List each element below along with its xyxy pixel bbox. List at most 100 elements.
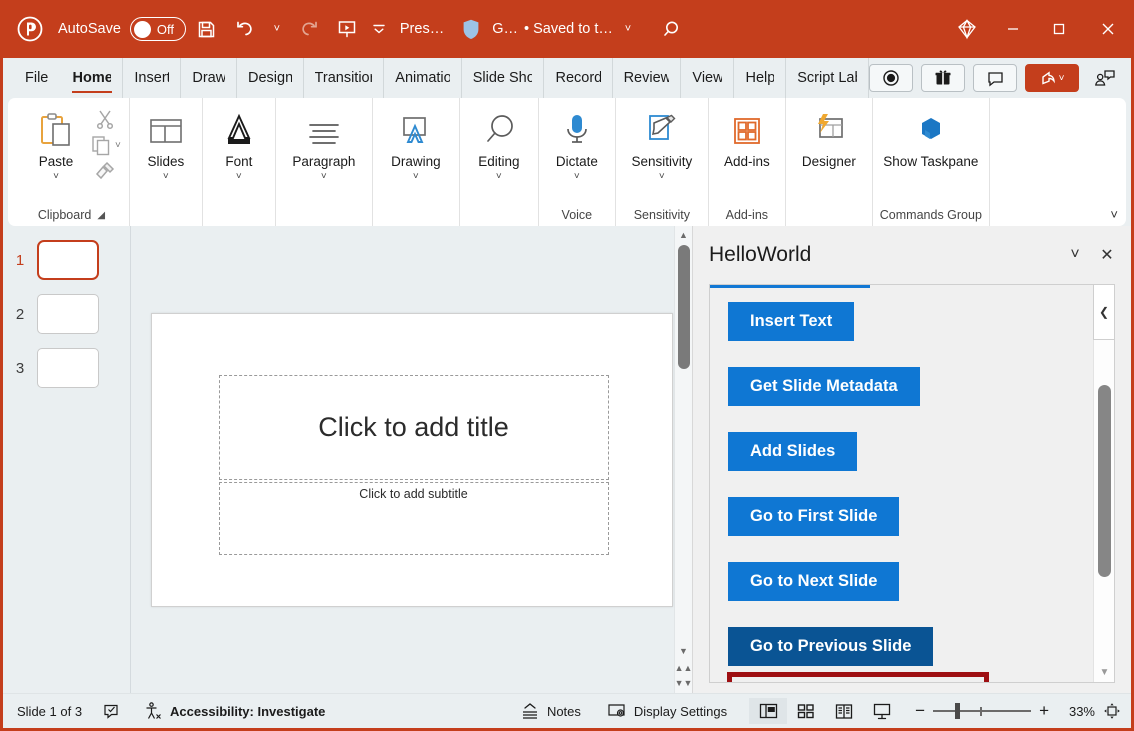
copy-button[interactable]: ˅ xyxy=(90,134,121,156)
go-to-previous-slide-button[interactable]: Go to Previous Slide xyxy=(728,627,933,666)
paragraph-button[interactable]: Paragraph ˅ xyxy=(278,98,370,182)
tab-file[interactable]: File xyxy=(3,58,62,98)
tab-insert[interactable]: Insert xyxy=(123,58,181,98)
zoom-slider[interactable] xyxy=(933,702,1031,720)
thumbnail-preview[interactable] xyxy=(37,294,99,334)
ribbon-collapse-chevron-down-icon[interactable]: ˅ xyxy=(1110,207,1118,222)
sensitivity-button[interactable]: Sensitivity ˅ xyxy=(618,98,706,182)
accessibility-status[interactable]: Accessibility: Investigate xyxy=(143,701,325,721)
chevron-down-icon[interactable]: ˅ xyxy=(321,172,327,182)
zoom-in-button[interactable]: + xyxy=(1039,701,1049,721)
designer-button[interactable]: Designer xyxy=(788,98,870,169)
tab-slide-show[interactable]: Slide Sho xyxy=(462,58,545,98)
record-icon[interactable] xyxy=(869,64,913,92)
task-pane-scrollbar[interactable]: ▼ xyxy=(1093,340,1114,682)
undo-chevron-icon[interactable]: ˅ xyxy=(266,12,288,46)
scrollbar-thumb[interactable] xyxy=(678,245,690,369)
zoom-out-button[interactable]: − xyxy=(915,701,925,721)
tab-script-lab[interactable]: Script Lab xyxy=(786,58,869,98)
next-slide-double-triangle-down-icon[interactable]: ▼▼ xyxy=(675,676,693,689)
show-taskpane-button[interactable]: Show Taskpane xyxy=(875,98,987,169)
tab-home[interactable]: Home xyxy=(62,58,124,98)
quick-access-more-icon[interactable] xyxy=(368,12,390,46)
go-to-first-slide-button[interactable]: Go to First Slide xyxy=(728,497,899,536)
drawing-button[interactable]: Drawing ˅ xyxy=(375,98,457,182)
teams-gift-icon[interactable] xyxy=(921,64,965,92)
close-button[interactable] xyxy=(1082,0,1134,58)
task-pane-chevron-left-icon[interactable]: ❮ xyxy=(1093,285,1114,340)
normal-view-button[interactable] xyxy=(749,698,787,724)
cut-button[interactable] xyxy=(94,108,116,130)
thumbnail-slide-2[interactable]: 2 xyxy=(3,294,130,334)
autosave-toggle[interactable]: Off xyxy=(130,17,186,41)
dictate-button[interactable]: Dictate ˅ xyxy=(541,98,613,182)
maximize-button[interactable] xyxy=(1036,0,1082,58)
font-button[interactable]: Font ˅ xyxy=(205,98,273,182)
clipboard-dialog-launcher-icon[interactable]: ◢ xyxy=(97,210,105,221)
task-pane-close-icon[interactable]: ✕ xyxy=(1091,239,1123,271)
minimize-button[interactable] xyxy=(990,0,1036,58)
reading-view-button[interactable] xyxy=(825,698,863,724)
chevron-down-icon[interactable]: ˅ xyxy=(236,172,242,182)
chevron-down-icon[interactable]: ˅ xyxy=(496,172,502,182)
chevron-down-icon[interactable]: ˅ xyxy=(659,172,665,182)
start-presentation-icon[interactable] xyxy=(330,12,364,46)
add-slides-button[interactable]: Add Slides xyxy=(728,432,857,471)
task-pane-scroll-down-triangle-down-icon[interactable]: ▼ xyxy=(1094,664,1115,680)
subtitle-placeholder[interactable]: Click to add subtitle xyxy=(219,482,609,555)
tab-view[interactable]: View xyxy=(681,58,734,98)
paste-button[interactable]: Paste ˅ xyxy=(22,98,90,182)
tab-animations[interactable]: Animatio xyxy=(384,58,461,98)
slide-counter[interactable]: Slide 1 of 3 xyxy=(17,704,82,719)
copy-chevron-down-icon[interactable]: ˅ xyxy=(115,140,121,151)
proofing-button[interactable] xyxy=(102,702,121,721)
zoom-slider-knob[interactable] xyxy=(955,703,960,719)
chevron-down-icon[interactable]: ˅ xyxy=(413,172,419,182)
tab-draw[interactable]: Draw xyxy=(181,58,237,98)
comment-icon[interactable] xyxy=(973,64,1017,92)
previous-slide-double-triangle-up-icon[interactable]: ▲▲ xyxy=(675,661,693,674)
sensitivity-label-badge[interactable]: G… xyxy=(492,21,518,37)
scroll-up-triangle-up-icon[interactable]: ▲ xyxy=(679,226,688,243)
share-button[interactable]: ˅ xyxy=(1025,64,1079,92)
tab-review[interactable]: Review xyxy=(613,58,682,98)
scroll-down-triangle-down-icon[interactable]: ▼ xyxy=(679,642,688,659)
tab-record[interactable]: Record xyxy=(544,58,612,98)
notes-button[interactable]: Notes xyxy=(520,702,581,720)
tab-transitions[interactable]: Transitior xyxy=(304,58,385,98)
thumbnail-slide-1[interactable]: 1 xyxy=(3,240,130,280)
canvas-vertical-scrollbar[interactable]: ▲ ▼ ▲▲ ▼▼ xyxy=(674,226,692,693)
go-to-next-slide-button[interactable]: Go to Next Slide xyxy=(728,562,899,601)
format-painter-button[interactable] xyxy=(94,160,116,182)
save-icon[interactable] xyxy=(190,12,224,46)
title-placeholder[interactable]: Click to add title xyxy=(219,375,609,480)
undo-icon[interactable] xyxy=(228,12,262,46)
slide-editing-surface[interactable]: Click to add title Click to add subtitle xyxy=(151,313,673,607)
insert-text-button[interactable]: Insert Text xyxy=(728,302,854,341)
addins-button[interactable]: Add-ins xyxy=(711,98,783,169)
save-status[interactable]: • Saved to t… xyxy=(524,21,613,37)
chevron-down-icon[interactable]: ˅ xyxy=(574,172,580,182)
task-pane-scrollbar-thumb[interactable] xyxy=(1098,385,1111,577)
thumbnail-slide-3[interactable]: 3 xyxy=(3,348,130,388)
zoom-level-label[interactable]: 33% xyxy=(1059,704,1095,719)
get-slide-metadata-button[interactable]: Get Slide Metadata xyxy=(728,367,920,406)
thumbnail-preview[interactable] xyxy=(37,348,99,388)
scrollbar-track[interactable] xyxy=(675,243,692,642)
fit-to-window-button[interactable] xyxy=(1103,702,1121,720)
chevron-down-icon[interactable]: ˅ xyxy=(163,172,169,182)
slides-button[interactable]: Slides ˅ xyxy=(132,98,200,182)
tab-help[interactable]: Help xyxy=(734,58,786,98)
chevron-down-icon[interactable]: ˅ xyxy=(53,172,59,182)
display-settings-button[interactable]: Display Settings xyxy=(607,702,727,720)
slide-sorter-button[interactable] xyxy=(787,698,825,724)
tab-design[interactable]: Design xyxy=(237,58,304,98)
thumbnail-preview[interactable] xyxy=(37,240,99,280)
task-pane-chevron-down-icon[interactable]: ˅ xyxy=(1059,239,1091,271)
save-status-chevron-down-icon[interactable]: ˅ xyxy=(617,12,639,46)
slideshow-view-button[interactable] xyxy=(863,698,901,724)
document-name[interactable]: Pres… xyxy=(400,21,444,37)
editing-button[interactable]: Editing ˅ xyxy=(462,98,536,182)
copilot-diamond-icon[interactable] xyxy=(944,0,990,58)
search-icon[interactable] xyxy=(657,12,691,46)
